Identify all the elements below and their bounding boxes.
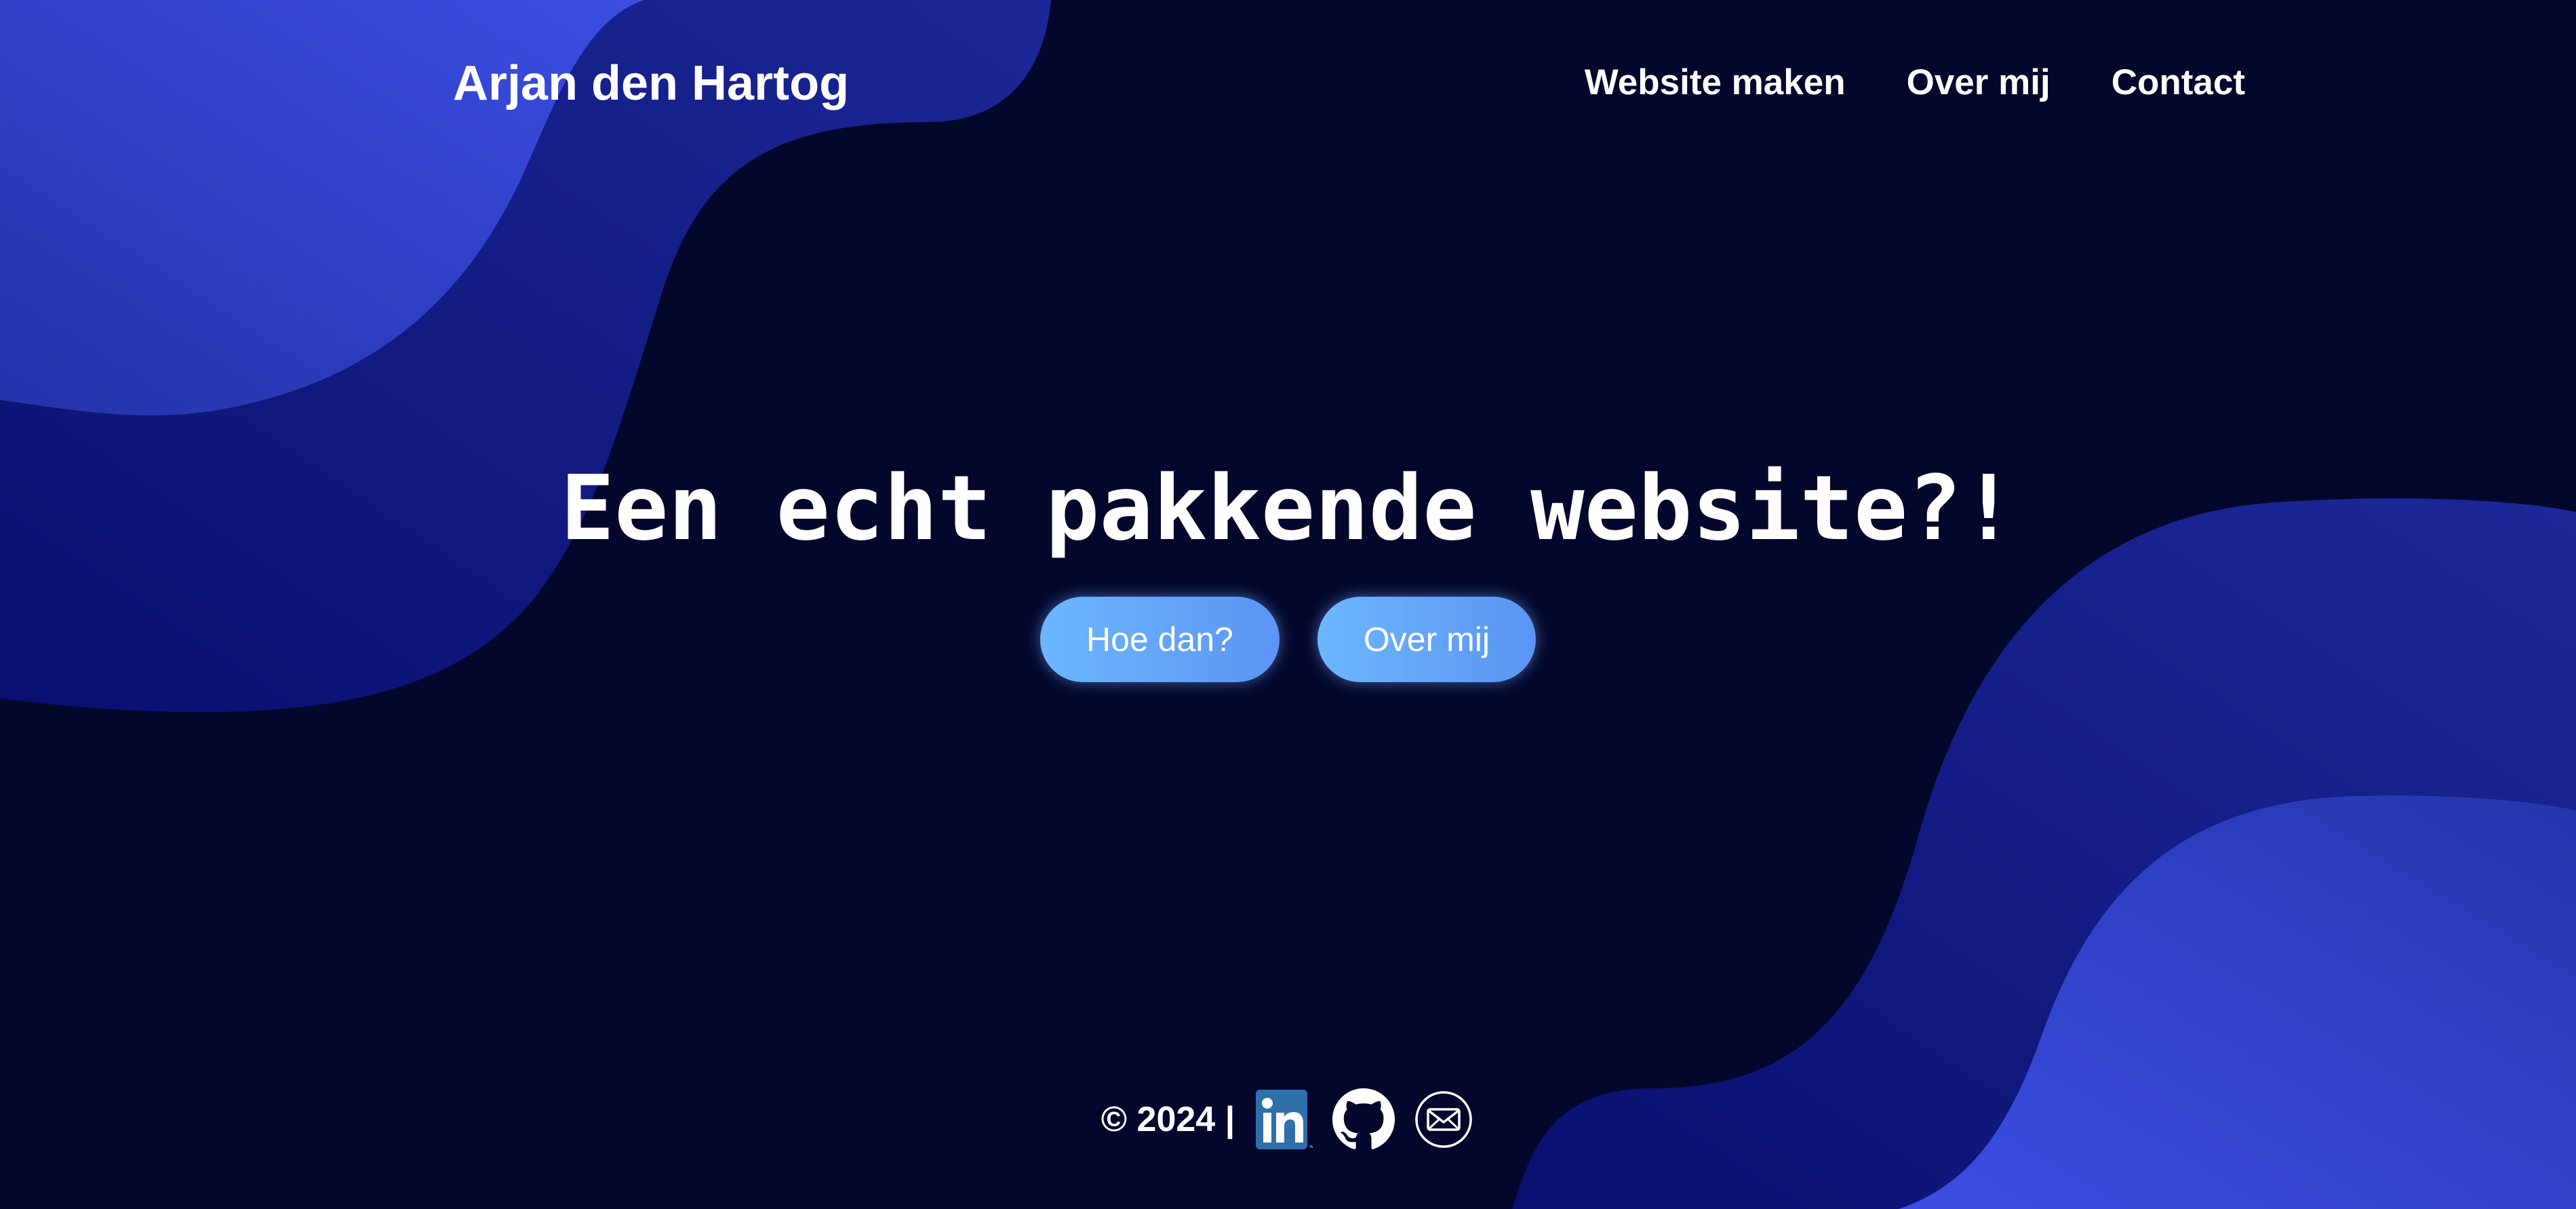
brand-logo-link[interactable]: Arjan den Hartog	[453, 54, 849, 113]
nav-link-contact[interactable]: Contact	[2112, 61, 2245, 104]
github-link[interactable]	[1332, 1088, 1395, 1151]
linkedin-link[interactable]: ™	[1252, 1088, 1315, 1151]
svg-text:™: ™	[1309, 1145, 1313, 1151]
linkedin-icon: ™	[1256, 1090, 1313, 1151]
hoe-dan-button[interactable]: Hoe dan?	[1040, 597, 1280, 682]
github-icon	[1332, 1088, 1395, 1149]
footer: © 2024 | ™	[0, 1088, 2576, 1151]
landing-page: Arjan den Hartog Website maken Over mij …	[0, 0, 2576, 1209]
nav-link-over-mij[interactable]: Over mij	[1907, 61, 2050, 104]
hero-title: Een echt pakkende website?!	[560, 456, 2016, 561]
mail-link[interactable]	[1412, 1088, 1475, 1151]
main-nav: Website maken Over mij Contact	[1585, 61, 2245, 104]
nav-link-website-maken[interactable]: Website maken	[1585, 61, 1846, 104]
mail-icon	[1415, 1091, 1472, 1148]
over-mij-button[interactable]: Over mij	[1317, 597, 1536, 682]
copyright-text: © 2024 |	[1101, 1100, 1235, 1139]
hero-buttons: Hoe dan? Over mij	[0, 597, 2576, 682]
